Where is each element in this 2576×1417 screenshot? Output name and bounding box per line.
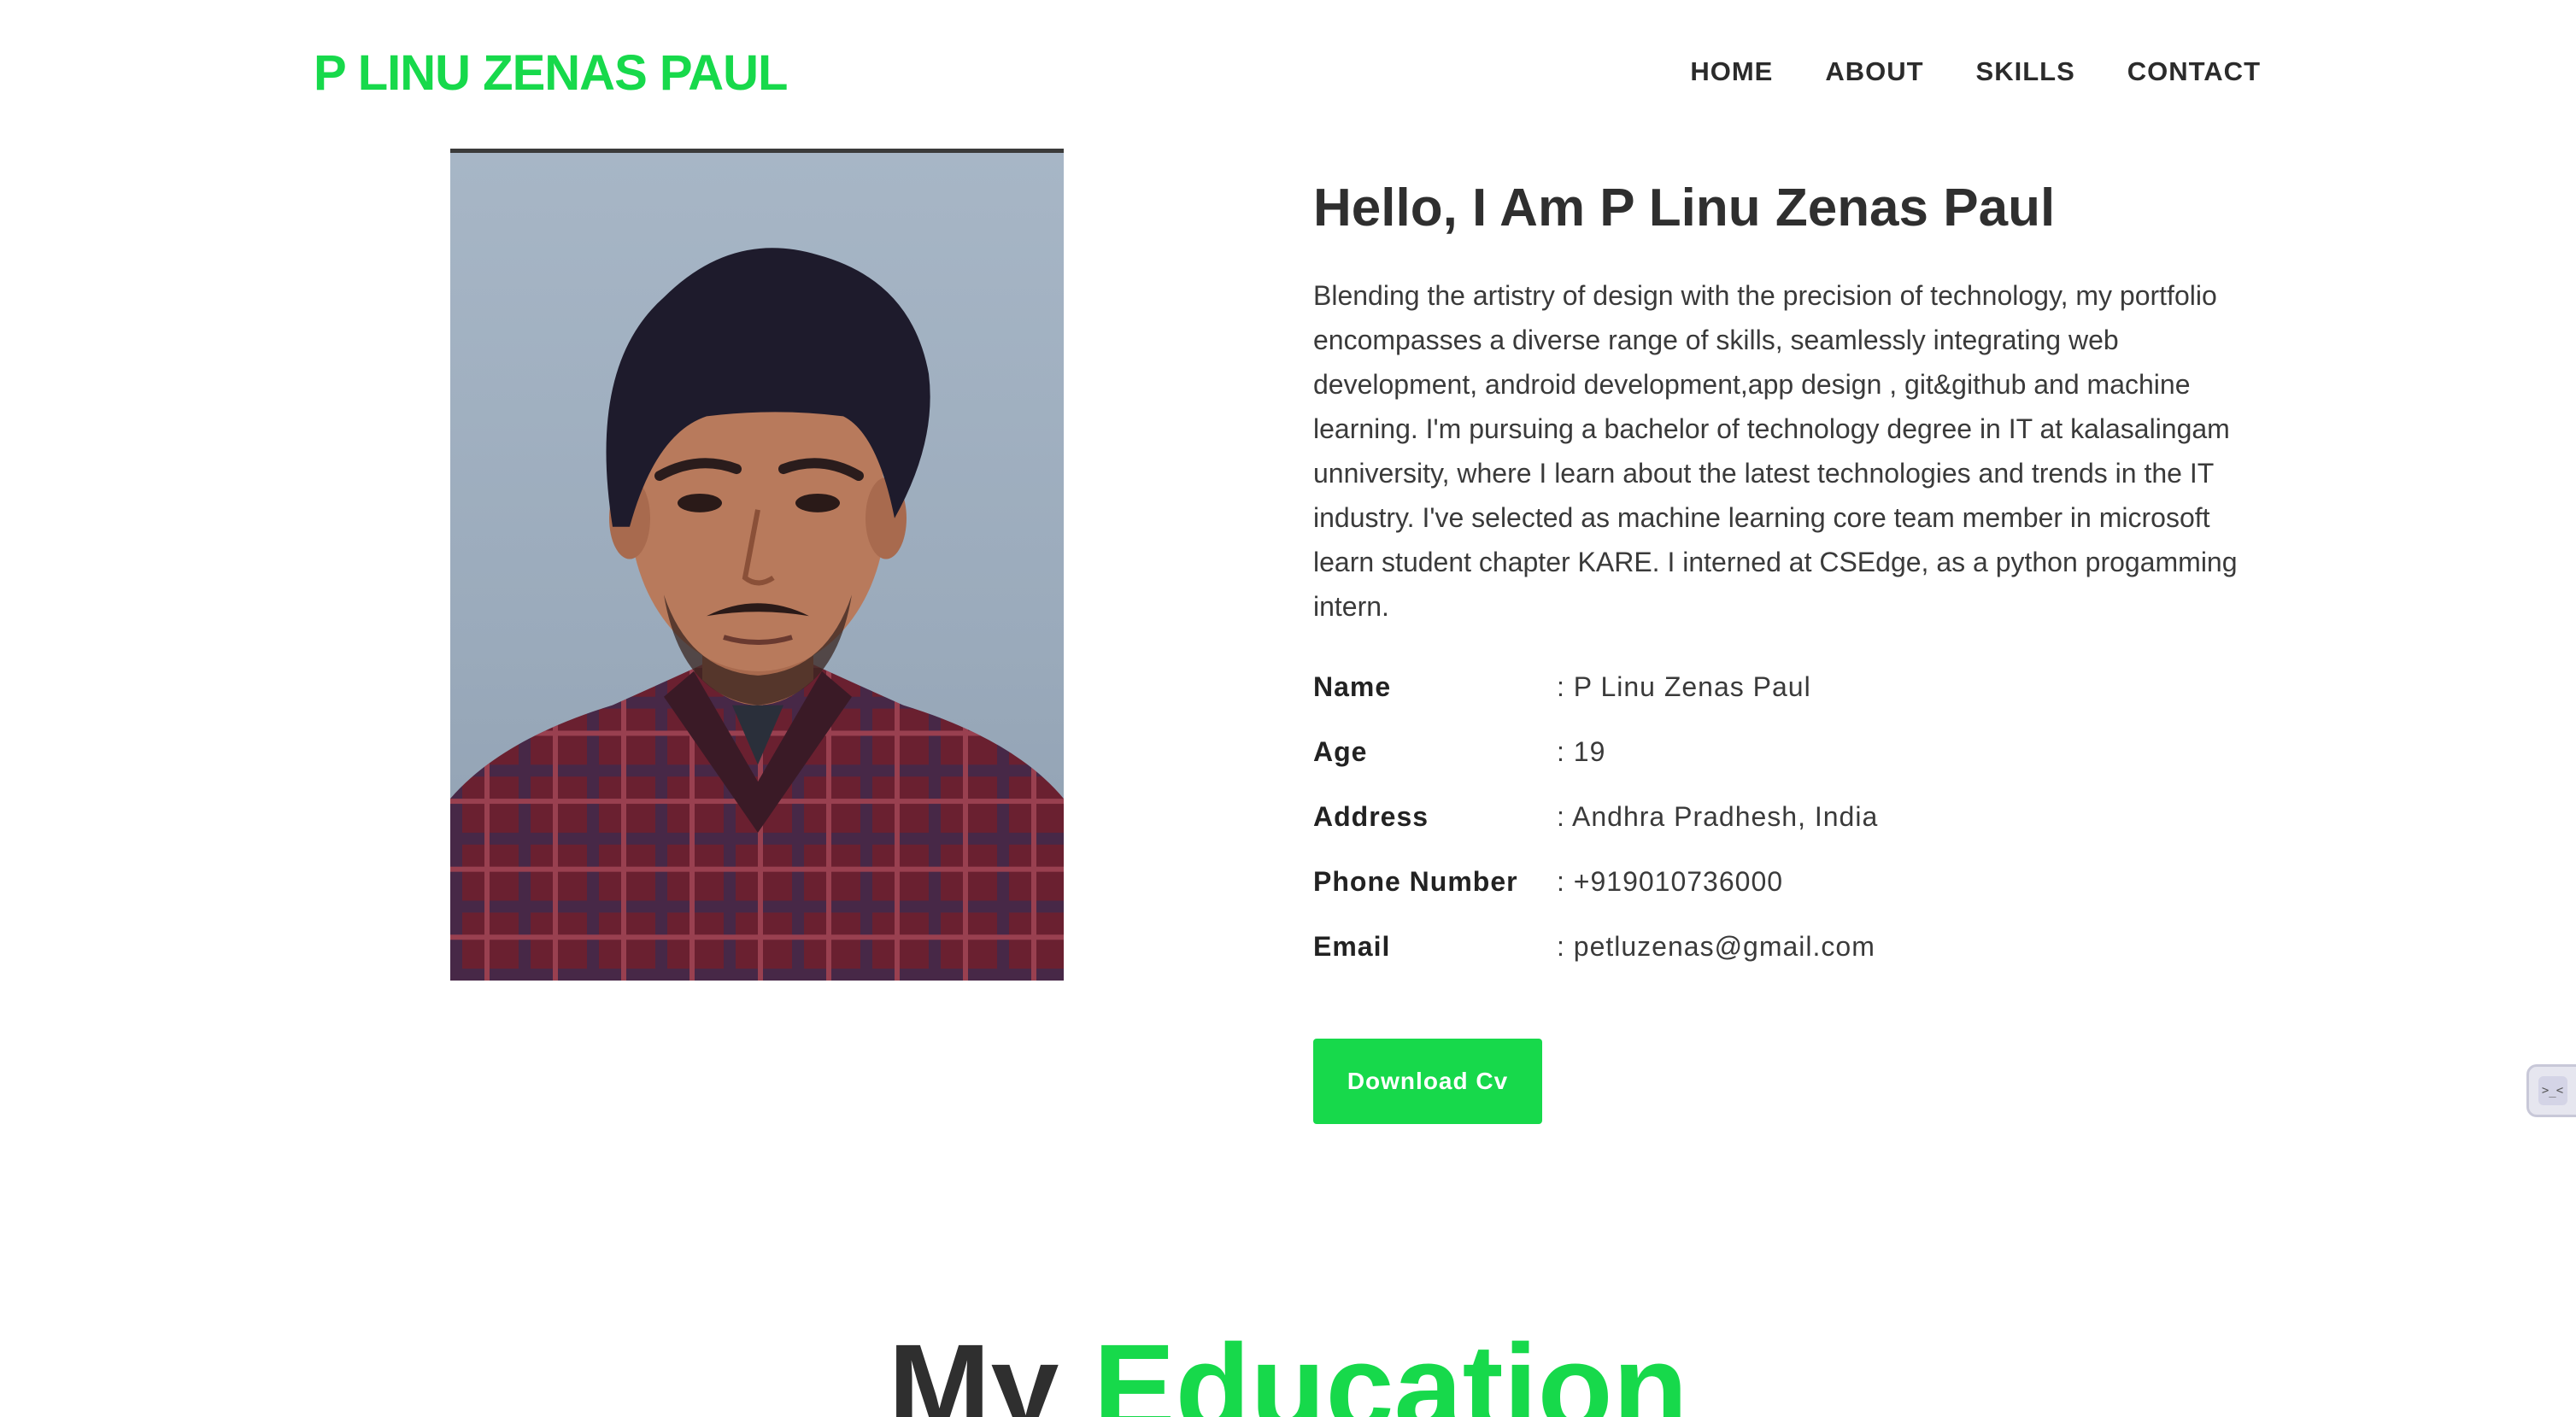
- site-logo[interactable]: P LINU ZENAS PAUL: [314, 44, 788, 102]
- education-heading: My Education: [0, 1315, 2576, 1417]
- widget-face-icon: >_<: [2538, 1076, 2567, 1105]
- info-label: Age: [1313, 736, 1368, 767]
- info-label: Email: [1313, 931, 1391, 962]
- intro-heading: Hello, I Am P Linu Zenas Paul: [1313, 179, 2056, 237]
- side-widget-tab[interactable]: >_<: [2526, 1064, 2576, 1117]
- info-row-phone: Phone Number : +919010736000: [1313, 866, 1878, 931]
- info-row-email: Email : petluzenas@gmail.com: [1313, 931, 1878, 996]
- info-row-name: Name : P Linu Zenas Paul: [1313, 671, 1878, 736]
- info-label: Phone Number: [1313, 866, 1518, 897]
- profile-photo: [450, 149, 1064, 981]
- info-row-age: Age : 19: [1313, 736, 1878, 801]
- info-row-address: Address : Andhra Pradhesh, India: [1313, 801, 1878, 866]
- intro-description: Blending the artistry of design with the…: [1313, 280, 2238, 622]
- personal-info: Name : P Linu Zenas Paul Age : 19 Addres…: [1313, 671, 1878, 996]
- info-value: : 19: [1557, 736, 1606, 767]
- nav-skills[interactable]: SKILLS: [1976, 56, 2075, 87]
- main-nav: HOME ABOUT SKILLS CONTACT: [1690, 56, 2261, 87]
- info-value: : P Linu Zenas Paul: [1557, 671, 1811, 702]
- download-cv-button[interactable]: Download Cv: [1313, 1039, 1542, 1124]
- education-heading-part2: Education: [1093, 1319, 1688, 1417]
- info-value: : Andhra Pradhesh, India: [1557, 801, 1879, 832]
- info-label: Address: [1313, 801, 1429, 832]
- nav-home[interactable]: HOME: [1690, 56, 1773, 87]
- education-heading-part1: My: [888, 1319, 1059, 1417]
- nav-contact[interactable]: CONTACT: [2127, 56, 2261, 87]
- info-value: : petluzenas@gmail.com: [1557, 931, 1875, 962]
- info-label: Name: [1313, 671, 1392, 702]
- portfolio-page: P LINU ZENAS PAUL HOME ABOUT SKILLS CONT…: [0, 0, 2576, 1417]
- info-value: : +919010736000: [1557, 866, 1784, 897]
- nav-about[interactable]: ABOUT: [1825, 56, 1923, 87]
